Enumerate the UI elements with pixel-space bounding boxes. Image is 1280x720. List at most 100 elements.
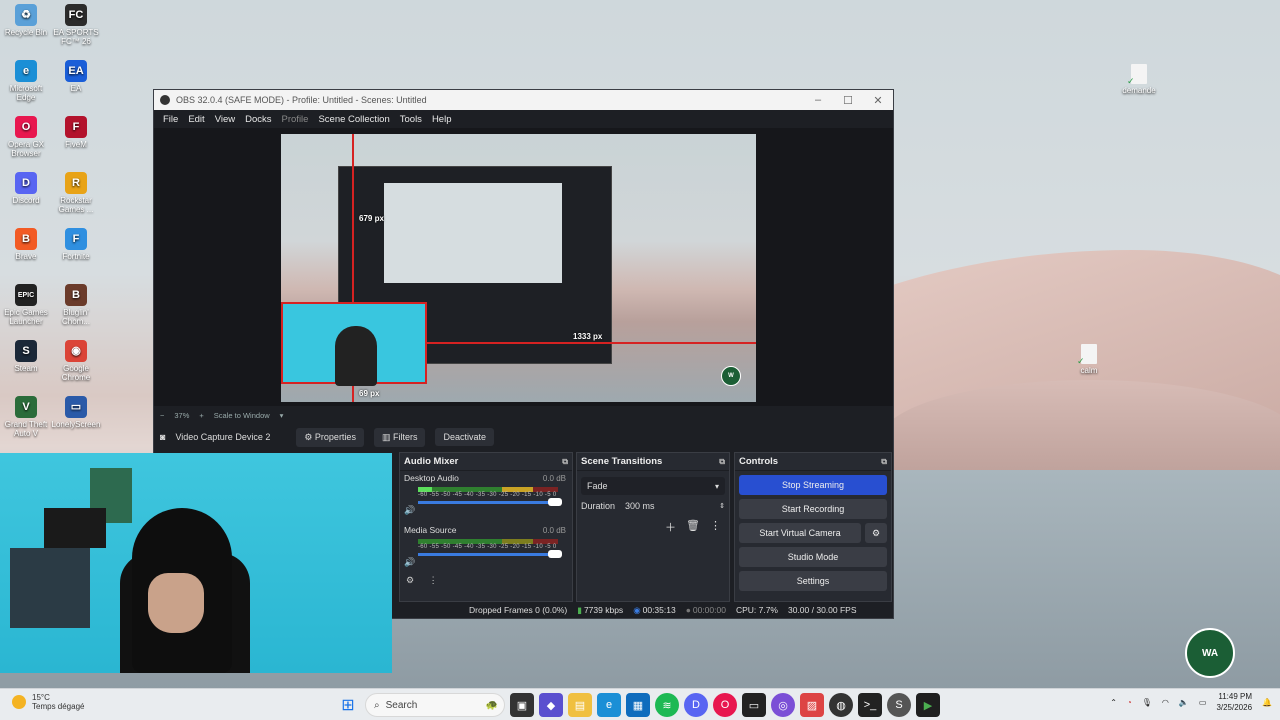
menu-help[interactable]: Help: [427, 114, 457, 125]
selected-webcam-source[interactable]: [281, 302, 427, 386]
preview-canvas[interactable]: 679 px 1333 px 69 px W: [154, 128, 893, 406]
advanced-audio-icon[interactable]: ⚙: [406, 575, 414, 585]
desktop-icon[interactable]: EPIC Epic Games Launcher: [0, 284, 52, 326]
desktop-icon[interactable]: e Microsoft Edge: [0, 60, 52, 102]
weather-widget[interactable]: 15°C Temps dégagé: [12, 693, 84, 711]
desktop-icon-label: LonelyScreen: [51, 420, 101, 429]
file-label: calm: [1080, 366, 1098, 375]
zoom-in-button[interactable]: +: [199, 411, 203, 420]
search-icon: ⌕: [374, 699, 380, 711]
desktop-file-calm[interactable]: calm: [1062, 344, 1116, 375]
minimize-icon[interactable]: –: [803, 94, 833, 107]
desktop-icon[interactable]: S Steam: [0, 340, 52, 373]
maximize-icon[interactable]: ☐: [833, 94, 863, 107]
clock[interactable]: 11:49 PM 3/25/2026: [1216, 691, 1252, 713]
windows-start-icon[interactable]: ⊞: [336, 693, 360, 717]
desktop-file-demande[interactable]: demande: [1112, 64, 1166, 95]
studio-mode-button[interactable]: Studio Mode: [739, 547, 887, 567]
menu-scene-collection[interactable]: Scene Collection: [313, 114, 394, 125]
desktop-icon[interactable]: FC EA SPORTS FC™ 26: [50, 4, 102, 46]
desktop-icon[interactable]: D Discord: [0, 172, 52, 205]
trash-icon[interactable]: 🗑: [686, 519, 700, 535]
notifications-icon[interactable]: 🔔: [1262, 698, 1272, 707]
add-icon[interactable]: ＋: [665, 519, 676, 535]
chevron-down-icon[interactable]: ▾: [280, 411, 284, 420]
desktop-icon[interactable]: ♻ Recycle Bin: [0, 4, 52, 37]
app-icon[interactable]: ◎: [771, 693, 795, 717]
bitrate: 7739 kbps: [583, 605, 624, 615]
source-toolbar: ◙ Video Capture Device 2 ⚙ Properties ▥ …: [154, 426, 893, 448]
taskbar-search[interactable]: ⌕ Search 🐢: [365, 693, 505, 717]
desktop-icon[interactable]: O Opera GX Browser: [0, 116, 52, 158]
mixer-menu-icon[interactable]: ⋮: [429, 575, 438, 585]
battery-icon[interactable]: ▭: [1199, 698, 1207, 707]
wifi-icon[interactable]: ◠: [1162, 698, 1169, 707]
desktop-icon[interactable]: V Grand Theft Auto V: [0, 396, 52, 438]
dock-float-icon[interactable]: ⧉: [562, 457, 568, 467]
transition-select[interactable]: Fade ▾: [581, 477, 725, 495]
terminal-icon[interactable]: ▭: [742, 693, 766, 717]
command-prompt-icon[interactable]: >_: [858, 693, 882, 717]
desktop-icon[interactable]: ▭ LonelyScreen: [50, 396, 102, 429]
microphone-icon[interactable]: 🎙: [1142, 698, 1152, 707]
system-tray: ⌃ ◔ 🎙 ◠ 🔈 ▭ 11:49 PM 3/25/2026 🔔: [1110, 691, 1272, 713]
file-explorer-icon[interactable]: ▤: [568, 693, 592, 717]
dock-float-icon[interactable]: ⧉: [881, 457, 887, 467]
menu-docks[interactable]: Docks: [240, 114, 276, 125]
menu-profile[interactable]: Profile: [277, 114, 314, 125]
menu-file[interactable]: File: [158, 114, 183, 125]
dock-float-icon[interactable]: ⧉: [719, 457, 725, 467]
stop-streaming-button[interactable]: Stop Streaming: [739, 475, 887, 495]
desktop-icon[interactable]: R Rockstar Games ...: [50, 172, 102, 214]
desktop-icon[interactable]: ◉ Google Chrome: [50, 340, 102, 382]
menu-view[interactable]: View: [210, 114, 240, 125]
edge-icon: e: [15, 60, 37, 82]
stepper-icon[interactable]: ⇕: [719, 502, 725, 510]
settings-button[interactable]: Settings: [739, 571, 887, 591]
menu-edit[interactable]: Edit: [183, 114, 209, 125]
discord-icon[interactable]: D: [684, 693, 708, 717]
duration-input[interactable]: 300 ms: [625, 501, 655, 511]
zoom-out-button[interactable]: −: [160, 411, 164, 420]
edge-icon[interactable]: e: [597, 693, 621, 717]
desktop-icon-label: Microsoft Edge: [9, 84, 43, 102]
desktop-icon[interactable]: B Bluglin' Chom...: [50, 284, 102, 326]
copilot-icon[interactable]: ◆: [539, 693, 563, 717]
start-virtual-camera-button[interactable]: Start Virtual Camera: [739, 523, 861, 543]
speaker-icon[interactable]: 🔊: [404, 505, 415, 516]
desktop-icon[interactable]: F Fortnite: [50, 228, 102, 261]
close-icon[interactable]: ✕: [863, 94, 893, 107]
properties-button[interactable]: ⚙ Properties: [296, 427, 364, 447]
obs-icon[interactable]: ◍: [829, 693, 853, 717]
vpn-icon[interactable]: ◔: [1127, 698, 1132, 707]
epic-games-icon: EPIC: [15, 284, 37, 306]
game-launcher-icon[interactable]: ▶: [916, 693, 940, 717]
chevron-up-icon[interactable]: ⌃: [1110, 698, 1117, 707]
obs-titlebar[interactable]: OBS 32.0.4 (SAFE MODE) - Profile: Untitl…: [154, 90, 893, 110]
photos-icon[interactable]: ▨: [800, 693, 824, 717]
scene-transitions-dock: Scene Transitions ⧉ Fade ▾ Duration 300 ms…: [576, 452, 730, 602]
channel-db: 0.0 dB: [542, 474, 566, 483]
desktop-icon[interactable]: B Brave: [0, 228, 52, 261]
desktop-icon[interactable]: F FiveM: [50, 116, 102, 149]
start-recording-button[interactable]: Start Recording: [739, 499, 887, 519]
menu-tools[interactable]: Tools: [395, 114, 427, 125]
deactivate-button[interactable]: Deactivate: [435, 428, 494, 446]
filters-button[interactable]: ▥ Filters: [373, 427, 426, 447]
desktop-icon-label: Steam: [14, 364, 38, 373]
desktop-icon-label: Discord: [12, 196, 40, 205]
store-icon[interactable]: ▦: [626, 693, 650, 717]
virtual-camera-settings-icon[interactable]: ⚙: [865, 523, 887, 543]
speaker-icon[interactable]: 🔊: [404, 557, 415, 568]
volume-slider[interactable]: [418, 550, 562, 558]
spotify-icon[interactable]: ≋: [655, 693, 679, 717]
opera-gx-icon[interactable]: O: [713, 693, 737, 717]
volume-icon[interactable]: 🔈: [1179, 698, 1189, 707]
desktop-icon[interactable]: EA EA: [50, 60, 102, 93]
taskbar: 15°C Temps dégagé ⊞ ⌕ Search 🐢 ▣ ◆ ▤ e ▦…: [0, 688, 1280, 720]
more-icon[interactable]: ⋮: [710, 519, 721, 535]
steam-icon[interactable]: S: [887, 693, 911, 717]
task-view-icon[interactable]: ▣: [510, 693, 534, 717]
scale-mode-select[interactable]: Scale to Window: [214, 411, 270, 420]
volume-slider[interactable]: [418, 498, 562, 506]
